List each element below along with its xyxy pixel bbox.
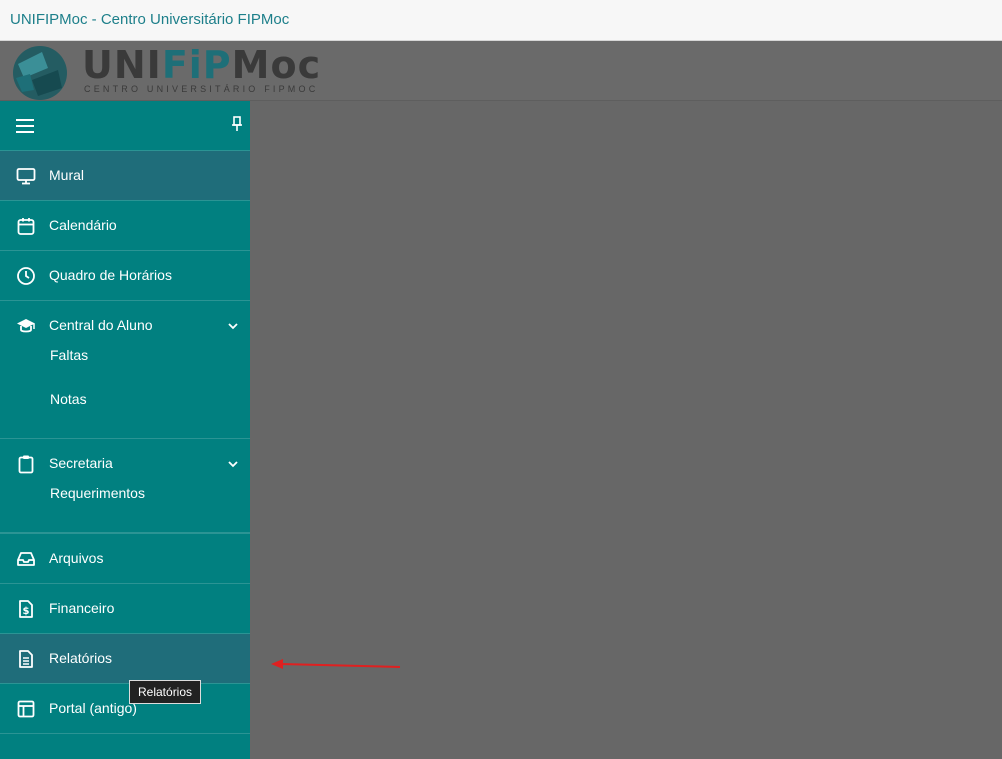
layout-icon <box>17 700 35 718</box>
monitor-icon <box>16 168 36 185</box>
logo-mark-icon <box>13 46 67 100</box>
sidebar-item-label: Portal (antigo) <box>49 700 137 716</box>
clipboard-icon <box>18 455 34 474</box>
sidebar-subitem-notas[interactable]: Notas <box>50 391 87 407</box>
sidebar-item-mural[interactable]: Mural <box>0 151 250 201</box>
sidebar-item-portal-antigo[interactable]: Portal (antigo) <box>0 684 250 734</box>
sidebar: Mural Calendário Quadro de Horários Cent… <box>0 101 250 759</box>
chevron-down-icon[interactable] <box>226 319 240 333</box>
header-logo-bar: UNIFiPMoc CENTRO UNIVERSITÁRIO FIPMOC <box>0 41 1002 101</box>
sidebar-item-central-do-aluno[interactable]: Central do Aluno <box>0 301 250 351</box>
dollar-file-icon: $ <box>19 600 33 618</box>
sidebar-subitem-requerimentos[interactable]: Requerimentos <box>50 485 145 501</box>
sidebar-group-secretaria: Secretaria Requerimentos <box>0 439 250 534</box>
window-titlebar: UNIFIPMoc - Centro Universitário FIPMoc <box>0 0 1002 41</box>
calendar-icon <box>17 218 35 235</box>
hamburger-menu-icon[interactable] <box>16 119 34 133</box>
chevron-down-icon[interactable] <box>226 457 240 471</box>
sidebar-item-calendario[interactable]: Calendário <box>0 201 250 251</box>
clock-icon <box>17 267 35 285</box>
arrow-left-icon <box>271 659 401 669</box>
sidebar-subitem-faltas[interactable]: Faltas <box>50 347 88 363</box>
sidebar-item-relatorios[interactable]: Relatórios <box>0 634 250 684</box>
sidebar-item-quadro-de-horarios[interactable]: Quadro de Horários <box>0 251 250 301</box>
sidebar-item-label: Calendário <box>49 217 117 233</box>
document-icon <box>19 650 33 668</box>
logo-wordmark: UNIFiPMoc <box>82 43 322 87</box>
sidebar-item-label: Relatórios <box>49 650 113 666</box>
inbox-icon <box>17 552 35 566</box>
svg-text:$: $ <box>23 606 30 617</box>
sidebar-toggle-row <box>0 101 250 151</box>
sidebar-item-arquivos[interactable]: Arquivos <box>0 534 250 584</box>
pin-icon[interactable] <box>232 116 242 132</box>
sidebar-item-financeiro[interactable]: $ Financeiro <box>0 584 250 634</box>
sidebar-item-label: Central do Aluno <box>49 317 153 333</box>
sidebar-item-label: Mural <box>49 167 85 183</box>
sidebar-item-label: Arquivos <box>49 550 104 566</box>
sidebar-group-central-do-aluno: Central do Aluno Faltas Notas <box>0 301 250 439</box>
sidebar-item-label: Secretaria <box>49 455 113 471</box>
sidebar-item-secretaria[interactable]: Secretaria <box>0 439 250 489</box>
window-title: UNIFIPMoc - Centro Universitário FIPMoc <box>10 11 290 28</box>
graduation-cap-icon <box>17 319 35 333</box>
sidebar-item-label: Financeiro <box>49 600 115 616</box>
logo-subtitle: CENTRO UNIVERSITÁRIO FIPMOC <box>84 84 319 94</box>
tooltip: Relatórios <box>129 680 202 704</box>
sidebar-item-label: Quadro de Horários <box>49 267 172 283</box>
